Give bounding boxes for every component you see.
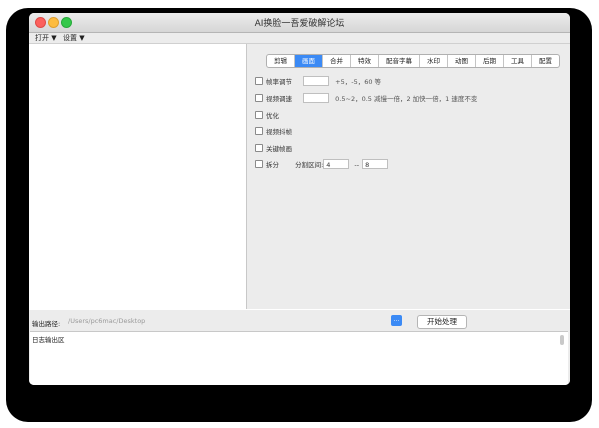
optimize-row: 优化 bbox=[255, 110, 279, 122]
deshake-row: 视频抖帧 bbox=[255, 126, 292, 138]
framerate-input[interactable] bbox=[303, 76, 330, 86]
deshake-checkbox[interactable] bbox=[255, 127, 263, 135]
split-checkbox[interactable] bbox=[255, 160, 263, 168]
menu-settings[interactable]: 设置 ▼ bbox=[63, 33, 85, 43]
bottom-panel: 输出路径: /Users/pc6mac/Desktop ... 开始处理 日志输… bbox=[29, 310, 570, 385]
log-output-label: 日志输出区 bbox=[32, 336, 65, 344]
split-from-input[interactable]: 4 bbox=[323, 159, 350, 169]
tab-merge[interactable]: 合并 bbox=[323, 55, 351, 67]
app-window: AI换脸一吾爱破解论坛 打开 ▼ 设置 ▼ 剪辑 画面 合并 特效 配音字幕 水… bbox=[29, 13, 570, 385]
tab-effects[interactable]: 特效 bbox=[351, 55, 379, 67]
speed-input[interactable] bbox=[303, 93, 330, 103]
tab-bar: 剪辑 画面 合并 特效 配音字幕 水印 动图 后期 工具 配置 bbox=[247, 54, 570, 68]
keyframe-row: 关键帧画 bbox=[255, 143, 292, 155]
log-output-area[interactable]: 日志输出区 bbox=[30, 331, 568, 385]
speed-checkbox[interactable] bbox=[255, 94, 263, 102]
start-processing-button[interactable]: 开始处理 bbox=[417, 315, 467, 329]
tab-gif[interactable]: 动图 bbox=[448, 55, 476, 67]
tab-clip[interactable]: 剪辑 bbox=[267, 55, 295, 67]
tab-post[interactable]: 后期 bbox=[476, 55, 504, 67]
framerate-row: 帧率调节 +5，-5，60 等 bbox=[255, 76, 381, 88]
deshake-label: 视频抖帧 bbox=[266, 128, 292, 136]
log-scrollbar[interactable] bbox=[560, 335, 564, 345]
speed-label: 视频调速 bbox=[266, 95, 292, 103]
settings-pane: 剪辑 画面 合并 特效 配音字幕 水印 动图 后期 工具 配置 帧率调节 +5，… bbox=[247, 44, 570, 309]
framerate-hint: +5，-5，60 等 bbox=[335, 78, 382, 86]
framerate-checkbox[interactable] bbox=[255, 77, 263, 85]
tab-config[interactable]: 配置 bbox=[532, 55, 559, 67]
speed-row: 视频调速 0.5~2，0.5 减慢一倍，2 加快一倍，1 速度不变 bbox=[255, 93, 477, 105]
tab-dub-subtitle[interactable]: 配音字幕 bbox=[379, 55, 420, 67]
menu-open[interactable]: 打开 ▼ bbox=[35, 33, 57, 43]
split-separator: -- bbox=[354, 161, 360, 169]
speed-hint: 0.5~2，0.5 减慢一倍，2 加快一倍，1 速度不变 bbox=[335, 95, 478, 103]
menu-bar: 打开 ▼ 设置 ▼ bbox=[29, 33, 570, 44]
split-range-label: 分割区间: bbox=[295, 161, 324, 169]
output-path-field[interactable]: /Users/pc6mac/Desktop bbox=[68, 316, 388, 327]
split-row: 拆分 分割区间: 4 -- 8 bbox=[255, 159, 389, 171]
browse-button[interactable]: ... bbox=[391, 315, 402, 326]
title-bar[interactable]: AI换脸一吾爱破解论坛 bbox=[29, 13, 570, 33]
framerate-label: 帧率调节 bbox=[266, 78, 292, 86]
tab-group: 剪辑 画面 合并 特效 配音字幕 水印 动图 后期 工具 配置 bbox=[266, 54, 560, 68]
optimize-checkbox[interactable] bbox=[255, 111, 263, 119]
tab-tools[interactable]: 工具 bbox=[504, 55, 532, 67]
file-list-pane[interactable] bbox=[30, 44, 247, 309]
tab-watermark[interactable]: 水印 bbox=[420, 55, 448, 67]
split-to-input[interactable]: 8 bbox=[362, 159, 389, 169]
window-title: AI换脸一吾爱破解论坛 bbox=[254, 19, 345, 29]
optimize-label: 优化 bbox=[266, 112, 279, 120]
output-path-label: 输出路径: bbox=[32, 320, 61, 328]
tab-picture[interactable]: 画面 bbox=[295, 55, 323, 67]
keyframe-checkbox[interactable] bbox=[255, 144, 263, 152]
keyframe-label: 关键帧画 bbox=[266, 145, 292, 153]
split-label: 拆分 bbox=[266, 161, 279, 169]
